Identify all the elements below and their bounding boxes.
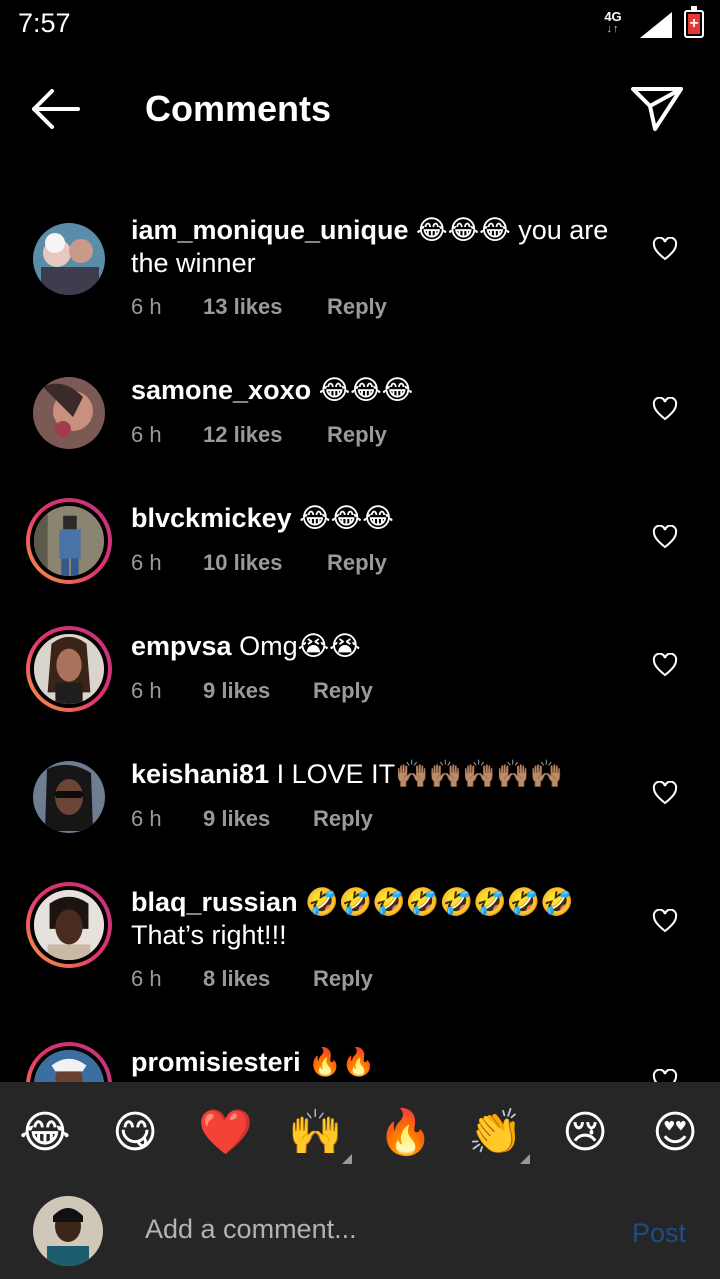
network-indicator: 4G ↓↑	[600, 10, 626, 36]
comment-time: 6 h	[131, 294, 162, 319]
comment-text: promisiesteri 🔥🔥	[131, 1046, 621, 1079]
emoji-fire-icon[interactable]: 🔥	[378, 1106, 433, 1160]
comment-text: blaq_russian 🤣🤣🤣🤣🤣🤣🤣🤣 That’s right!!!	[131, 886, 621, 952]
network-activity-icon: ↓↑	[606, 23, 620, 35]
reply-button[interactable]: Reply	[313, 966, 373, 992]
comment-meta: 6 h 9 likes Reply	[131, 806, 373, 832]
like-heart-icon[interactable]	[652, 653, 678, 677]
like-heart-icon[interactable]	[652, 397, 678, 421]
comment-username[interactable]: blaq_russian	[131, 887, 298, 917]
like-heart-icon[interactable]	[652, 237, 678, 261]
battery-icon: +	[684, 6, 704, 38]
comment-username[interactable]: blvckmickey	[131, 503, 292, 533]
skin-tone-indicator-icon	[520, 1154, 530, 1164]
comment-likes[interactable]: 13 likes	[203, 294, 327, 320]
comment-meta: 6 h 12 likes Reply	[131, 422, 387, 448]
reply-button[interactable]: Reply	[327, 422, 387, 448]
reply-button[interactable]: Reply	[327, 550, 387, 576]
comment-time: 6 h	[131, 422, 162, 447]
signal-icon	[640, 12, 672, 38]
comment-compose-bar: Post	[0, 1184, 720, 1279]
direct-send-icon[interactable]	[628, 82, 686, 134]
emoji-heart-icon[interactable]: ❤️	[198, 1106, 253, 1160]
network-type: 4G	[604, 9, 622, 24]
comment-time: 6 h	[131, 678, 162, 703]
reply-button[interactable]: Reply	[327, 294, 387, 320]
comment-text: empvsa Omg😭😭	[131, 630, 621, 663]
comment-body: 😂😂😂	[311, 375, 414, 405]
comment-text: keishani81 I LOVE IT🙌🏽🙌🏽🙌🏽🙌🏽🙌🏽	[131, 758, 621, 791]
emoji-yum-icon[interactable]: 😋	[108, 1106, 162, 1160]
comment-body: 😂😂😂	[291, 503, 394, 533]
comment-likes[interactable]: 9 likes	[203, 806, 313, 832]
comment-username[interactable]: promisiesteri	[131, 1047, 301, 1077]
comment-body: I LOVE IT🙌🏽🙌🏽🙌🏽🙌🏽🙌🏽	[269, 759, 564, 789]
emoji-quick-bar: 😂 😋 ❤️ 🙌 🔥 👏 😢 😍	[0, 1082, 720, 1184]
current-user-avatar	[33, 1196, 103, 1266]
comment-username[interactable]: empvsa	[131, 631, 232, 661]
comment-body: 🔥🔥	[300, 1047, 376, 1077]
like-heart-icon[interactable]	[652, 781, 678, 805]
comment-meta: 6 h 8 likes Reply	[131, 966, 373, 992]
skin-tone-indicator-icon	[342, 1154, 352, 1164]
reply-button[interactable]: Reply	[313, 678, 373, 704]
emoji-crying-icon[interactable]: 😢	[558, 1106, 612, 1160]
comment-text: blvckmickey 😂😂😂	[131, 502, 621, 535]
avatar[interactable]	[26, 216, 112, 302]
emoji-tears-of-joy-icon[interactable]: 😂	[18, 1106, 72, 1160]
comment-meta: 6 h 9 likes Reply	[131, 678, 373, 704]
comment-username[interactable]: keishani81	[131, 759, 269, 789]
avatar[interactable]	[26, 754, 112, 840]
comment-time: 6 h	[131, 806, 162, 831]
header: Comments	[0, 60, 720, 156]
comment-likes[interactable]: 10 likes	[203, 550, 327, 576]
status-time: 7:57	[18, 8, 71, 38]
story-avatar[interactable]	[26, 498, 112, 584]
avatar[interactable]	[26, 370, 112, 456]
emoji-clap-icon[interactable]: 👏	[468, 1106, 523, 1160]
story-avatar[interactable]	[26, 626, 112, 712]
like-heart-icon[interactable]	[652, 525, 678, 549]
like-heart-icon[interactable]	[652, 909, 678, 933]
comment-meta: 6 h 13 likes Reply	[131, 294, 387, 320]
story-avatar[interactable]	[26, 882, 112, 968]
comment-username[interactable]: samone_xoxo	[131, 375, 311, 405]
comment-time: 6 h	[131, 550, 162, 575]
comment-text: iam_monique_unique 😂😂😂 you are the winne…	[131, 214, 621, 280]
back-arrow-icon[interactable]	[28, 86, 84, 132]
comment-likes[interactable]: 8 likes	[203, 966, 313, 992]
comment-input[interactable]	[145, 1214, 585, 1245]
comment-body: Omg😭😭	[231, 631, 361, 661]
comment-likes[interactable]: 12 likes	[203, 422, 327, 448]
emoji-raised-hands-icon[interactable]: 🙌	[288, 1106, 343, 1160]
page-title: Comments	[145, 88, 332, 129]
comment-likes[interactable]: 9 likes	[203, 678, 313, 704]
post-button[interactable]: Post	[632, 1218, 686, 1249]
reply-button[interactable]: Reply	[313, 806, 373, 832]
status-bar: 7:57 4G ↓↑ +	[0, 0, 720, 50]
emoji-heart-eyes-icon[interactable]: 😍	[648, 1106, 702, 1160]
comment-time: 6 h	[131, 966, 162, 991]
comment-username[interactable]: iam_monique_unique	[131, 215, 409, 245]
comment-text: samone_xoxo 😂😂😂	[131, 374, 621, 407]
comment-meta: 6 h 10 likes Reply	[131, 550, 387, 576]
